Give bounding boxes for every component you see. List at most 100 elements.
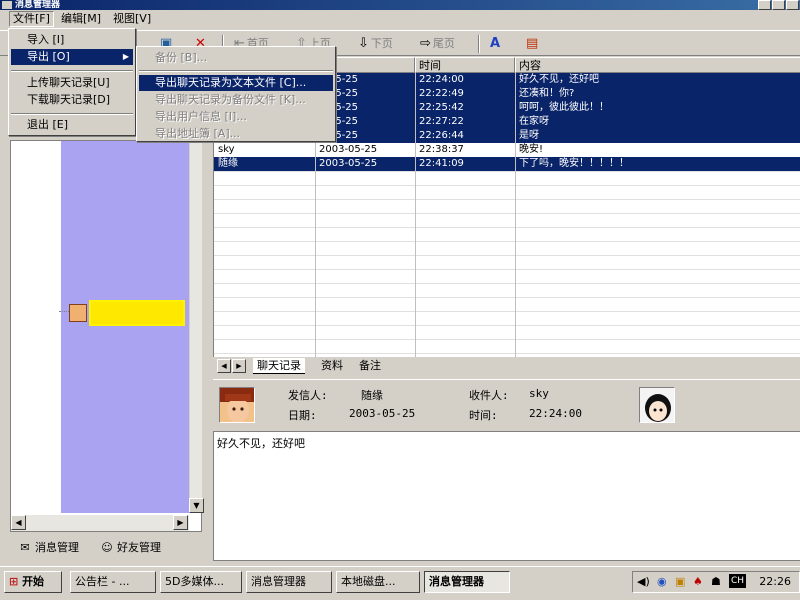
cell-time: 22:22:49 [419, 88, 464, 99]
file-menu-dropdown: 导入 [I] 导出 [O] ▶ 上传聊天记录[U] 下载聊天记录[D] 退出 [… [8, 28, 136, 136]
cell-date: 2003-05-25 [319, 144, 378, 155]
taskbar-task-label: 消息管理器 [251, 575, 306, 588]
sender-avatar [219, 387, 255, 423]
left-horizontal-scrollbar[interactable]: ◀ ▶ [11, 515, 189, 531]
taskbar-task-button[interactable]: 消息管理器 [424, 571, 510, 593]
tab-profile[interactable]: 资料 [317, 358, 347, 374]
grid-line [415, 73, 416, 357]
cell-time: 22:24:00 [419, 74, 464, 85]
cell-time: 22:26:44 [419, 130, 464, 141]
user-card-icon: ▤ [526, 36, 539, 51]
scroll-left-icon[interactable]: ◀ [11, 515, 26, 530]
font-icon: A [490, 36, 501, 51]
envelope-icon: ✉ [20, 541, 30, 554]
menu-item-backup[interactable]: 备份 [B]... [139, 50, 333, 66]
cell-date: 2003-05-25 [319, 158, 378, 169]
taskbar: ⊞ 开始 公告栏 - ... 5D多媒体... 消息管理器 本地磁盘... 消息管理器 … [0, 566, 800, 600]
start-button[interactable]: ⊞ 开始 [4, 571, 62, 593]
cell-content: 还凑和！你? [519, 88, 575, 99]
tab-chat-records[interactable]: 聊天记录 [253, 358, 305, 374]
cell-time: 22:38:37 [419, 144, 464, 155]
tray-app-icon[interactable]: ▣ [675, 575, 685, 588]
tab-scroll-left-icon[interactable]: ◀ [217, 359, 231, 373]
record-tabs: ◀ ▶ 聊天记录 资料 备注 [213, 357, 800, 375]
menu-item-export-text[interactable]: 导出聊天记录为文本文件 [C]... [139, 75, 333, 91]
table-row[interactable]: 随缘 2003-05-25 22:41:09 下了吗，晚安！！！！！ [214, 157, 800, 171]
close-window-button[interactable] [786, 0, 799, 10]
receiver-avatar [639, 387, 675, 423]
taskbar-task-button[interactable]: 公告栏 - ... [70, 571, 156, 593]
submenu-arrow-icon: ▶ [122, 52, 129, 61]
clock: 22:26 [759, 575, 791, 588]
grid-line [214, 171, 800, 172]
menu-item-upload-chat[interactable]: 上传聊天记录[U] [11, 75, 133, 91]
next-page-label: 下页 [370, 37, 393, 50]
system-tray: ◀) ◉ ▣ ♠ ☗ CH 22:26 [632, 571, 800, 593]
down-arrow-icon: ⇩ [358, 36, 369, 51]
grid-line [214, 269, 800, 270]
taskbar-task-label: 5D多媒体... [165, 575, 224, 588]
menu-item-exit[interactable]: 退出 [E] [11, 117, 133, 133]
cell-time: 22:27:22 [419, 116, 464, 127]
menu-item-export-backup[interactable]: 导出聊天记录为备份文件 [K]... [139, 92, 333, 108]
tab-notes[interactable]: 备注 [355, 358, 385, 374]
tab-friend-manager[interactable]: ☺ 好友管理 [100, 538, 161, 558]
window-title: 消息管理器 [15, 0, 61, 10]
tab-message-manager[interactable]: ✉ 消息管理 [18, 538, 79, 558]
scroll-right-icon[interactable]: ▶ [173, 515, 188, 530]
input-language-indicator[interactable]: CH [729, 574, 747, 588]
menu-edit[interactable]: 编辑[M] [58, 11, 104, 27]
grid-line [214, 199, 800, 200]
menu-item-download-chat[interactable]: 下载聊天记录[D] [11, 92, 133, 108]
grid-line [214, 213, 800, 214]
receiver-face-icon [645, 394, 671, 422]
maximize-button[interactable] [772, 0, 785, 10]
cell-content: 晚安! [519, 144, 544, 155]
last-page-button[interactable]: ⇨ 尾页 [420, 34, 455, 54]
column-header-content[interactable]: 内容 [515, 57, 800, 73]
antivirus-icon[interactable]: ♠ [693, 575, 703, 588]
cell-sender: sky [218, 144, 235, 155]
table-row[interactable]: sky 2003-05-25 22:38:37 晚安! [214, 143, 800, 157]
grid-line [214, 311, 800, 312]
column-header-time[interactable]: 时间 [415, 57, 515, 73]
sender-label: 发信人: [288, 389, 328, 402]
scroll-down-icon[interactable]: ▼ [189, 498, 204, 513]
user-tray-icon[interactable]: ☗ [711, 575, 721, 588]
friend-item[interactable] [69, 298, 187, 328]
toolbar-font-button[interactable]: A [490, 34, 502, 54]
volume-icon[interactable]: ◀) [637, 575, 650, 588]
app-icon [2, 1, 12, 9]
tab-message-manager-label: 消息管理 [35, 541, 79, 554]
sender-value: 随缘 [361, 389, 383, 402]
message-content-area[interactable]: 好久不见，还好吧 [213, 431, 800, 561]
menu-file[interactable]: 文件[F] [9, 11, 54, 27]
taskbar-task-button[interactable]: 本地磁盘... [336, 571, 420, 593]
taskbar-task-label: 公告栏 - ... [75, 575, 130, 588]
left-vertical-scrollbar[interactable]: ▼ [189, 141, 204, 513]
cell-content: 下了吗，晚安！！！！！ [519, 158, 629, 169]
toolbar-user-button[interactable]: ▤ [526, 34, 540, 54]
menu-item-export[interactable]: 导出 [O] ▶ [11, 49, 133, 65]
receiver-label: 收件人: [469, 389, 509, 402]
cell-content: 好久不见，还好吧 [519, 74, 599, 85]
taskbar-task-button[interactable]: 5D多媒体... [160, 571, 242, 593]
menu-item-import[interactable]: 导入 [I] [11, 32, 133, 48]
grid-line [214, 297, 800, 298]
taskbar-task-label: 消息管理器 [429, 575, 484, 588]
cell-content: 呵呵，彼此彼此！！ [519, 102, 609, 113]
next-page-button[interactable]: ⇩ 下页 [358, 34, 393, 54]
grid-line [214, 255, 800, 256]
tab-scroll-right-icon[interactable]: ▶ [232, 359, 246, 373]
menu-item-export-address[interactable]: 导出地址簿 [A]... [139, 126, 333, 142]
menu-view[interactable]: 视图[V] [110, 11, 154, 27]
last-page-icon: ⇨ [420, 36, 431, 51]
network-icon[interactable]: ◉ [657, 575, 667, 588]
menu-item-export-user[interactable]: 导出用户信息 [I]... [139, 109, 333, 125]
tab-friend-manager-label: 好友管理 [117, 541, 161, 554]
taskbar-task-label: 本地磁盘... [341, 575, 396, 588]
taskbar-task-button[interactable]: 消息管理器 [246, 571, 332, 593]
minimize-button[interactable] [758, 0, 771, 10]
start-label: 开始 [22, 575, 45, 588]
grid-line [214, 185, 800, 186]
